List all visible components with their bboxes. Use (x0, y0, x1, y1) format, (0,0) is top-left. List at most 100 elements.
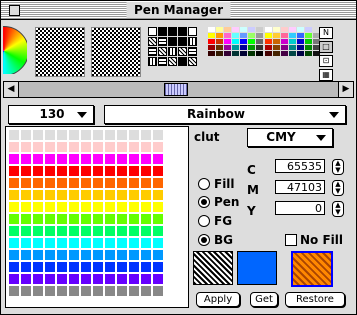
m-field[interactable]: 47103 (275, 180, 325, 194)
palette-cell[interactable] (105, 142, 115, 152)
palette-cell[interactable] (33, 286, 43, 296)
palette-cell[interactable] (129, 202, 139, 212)
palette-cell[interactable] (141, 286, 151, 296)
palette-cell[interactable] (57, 238, 67, 248)
restore-button[interactable]: Restore (285, 292, 345, 307)
y-stepper[interactable]: ▲ ▼ (332, 201, 344, 217)
palette-cell[interactable] (117, 274, 127, 284)
palette-cell[interactable] (117, 130, 127, 140)
palette-cell[interactable] (33, 178, 43, 188)
palette-cell[interactable] (33, 190, 43, 200)
mode-button-fill[interactable]: ▦ (319, 69, 333, 81)
palette-cell[interactable] (153, 214, 163, 224)
palette-cell[interactable] (129, 154, 139, 164)
palette-cell[interactable] (45, 190, 55, 200)
radio-fill-dot[interactable] (198, 178, 210, 190)
palette-cell[interactable] (153, 286, 163, 296)
radio-fg-dot[interactable] (198, 215, 210, 227)
palette-cell[interactable] (141, 130, 151, 140)
palette-cell[interactable] (129, 214, 139, 224)
palette-cell[interactable] (45, 214, 55, 224)
color-model-popup[interactable]: CMY (247, 128, 333, 147)
palette-cell[interactable] (105, 130, 115, 140)
palette-cell[interactable] (129, 178, 139, 188)
palette-cell[interactable] (45, 166, 55, 176)
palette-cell[interactable] (81, 130, 91, 140)
palette-cell[interactable] (33, 226, 43, 236)
palette-cell[interactable] (57, 166, 67, 176)
palette-cell[interactable] (45, 154, 55, 164)
palette-cell[interactable] (117, 238, 127, 248)
palette-cell[interactable] (21, 178, 31, 188)
palette-cell[interactable] (69, 274, 79, 284)
palette-cell[interactable] (81, 250, 91, 260)
palette-cell[interactable] (129, 166, 139, 176)
palette-cell[interactable] (33, 130, 43, 140)
palette-cell[interactable] (69, 214, 79, 224)
palette-cell[interactable] (57, 286, 67, 296)
mode-button-grid[interactable]: ⊡ (319, 55, 333, 67)
pattern-swatch-medium[interactable] (91, 27, 141, 77)
palette-cell[interactable] (153, 238, 163, 248)
palette-cell[interactable] (45, 178, 55, 188)
color-wheel-icon[interactable] (3, 26, 27, 74)
pattern-swatch-large[interactable] (35, 27, 85, 77)
palette-cell[interactable] (81, 202, 91, 212)
palette-cell[interactable] (57, 178, 67, 188)
radio-pen-dot[interactable] (198, 196, 210, 208)
palette-cell[interactable] (21, 130, 31, 140)
palette-cell[interactable] (57, 262, 67, 272)
palette-cell[interactable] (69, 226, 79, 236)
palette-cell[interactable] (117, 178, 127, 188)
palette-cell[interactable] (45, 238, 55, 248)
palette-cell[interactable] (141, 226, 151, 236)
palette-cell[interactable] (9, 178, 19, 188)
palette-cell[interactable] (129, 286, 139, 296)
palette-cell[interactable] (105, 226, 115, 236)
palette-cell[interactable] (129, 262, 139, 272)
palette-cell[interactable] (69, 130, 79, 140)
apply-button[interactable]: Apply (196, 292, 240, 307)
bg-pattern-swatch[interactable] (291, 251, 333, 287)
palette-cell[interactable] (21, 286, 31, 296)
palette-cell[interactable] (117, 262, 127, 272)
palette-cell[interactable] (81, 274, 91, 284)
palette-cell[interactable] (45, 202, 55, 212)
palette-cell[interactable] (129, 226, 139, 236)
palette-cell[interactable] (9, 250, 19, 260)
palette-cell[interactable] (21, 262, 31, 272)
scroll-right-arrow-icon[interactable]: ▶ (338, 82, 353, 97)
palette-cell[interactable] (33, 274, 43, 284)
palette-cell[interactable] (129, 190, 139, 200)
palette-cell[interactable] (45, 286, 55, 296)
palette-cell[interactable] (57, 142, 67, 152)
palette-cell[interactable] (93, 166, 103, 176)
palette-cell[interactable] (117, 154, 127, 164)
palette-cell[interactable] (81, 286, 91, 296)
palette-cell[interactable] (141, 274, 151, 284)
palette-cell[interactable] (33, 202, 43, 212)
palette-cell[interactable] (105, 154, 115, 164)
palette-cell[interactable] (153, 190, 163, 200)
palette-cell[interactable] (57, 130, 67, 140)
palette-cell[interactable] (81, 262, 91, 272)
radio-fill[interactable]: Fill (198, 177, 235, 191)
palette-cell[interactable] (57, 226, 67, 236)
title-bar[interactable]: Pen Manager (1, 1, 356, 20)
palette-cell[interactable] (57, 214, 67, 224)
palette-cell[interactable] (21, 154, 31, 164)
palette-cell[interactable] (57, 202, 67, 212)
palette-cell[interactable] (45, 130, 55, 140)
palette-cell[interactable] (117, 214, 127, 224)
palette-cell[interactable] (105, 166, 115, 176)
palette-cell[interactable] (93, 286, 103, 296)
get-button[interactable]: Get (250, 292, 278, 307)
palette-cell[interactable] (105, 190, 115, 200)
palette-cell[interactable] (141, 202, 151, 212)
c-stepper[interactable]: ▲ ▼ (332, 159, 344, 175)
horizontal-scrollbar[interactable]: ◀ ▶ (3, 81, 354, 98)
palette-cell[interactable] (21, 214, 31, 224)
palette-cell[interactable] (93, 142, 103, 152)
palette-cell[interactable] (9, 142, 19, 152)
palette-cell[interactable] (69, 250, 79, 260)
